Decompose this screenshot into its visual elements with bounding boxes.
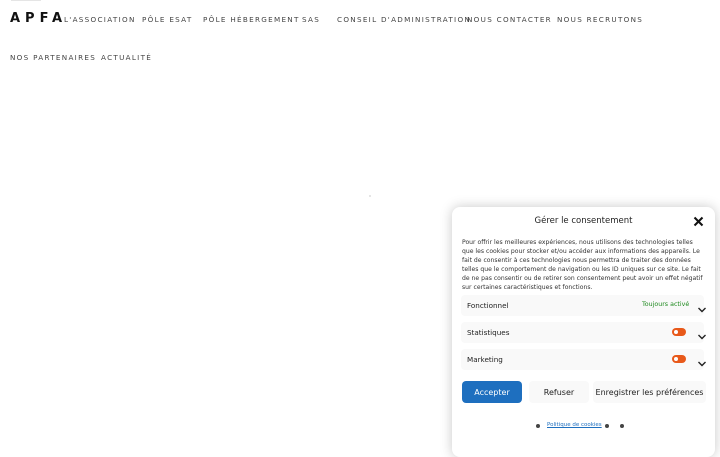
nav-item-actualite[interactable]: ACTUALITÉ bbox=[101, 53, 152, 62]
nav-item-pole-esat[interactable]: PÔLE ESAT bbox=[142, 15, 193, 24]
nav-item-association[interactable]: L'ASSOCIATION bbox=[64, 15, 136, 24]
always-active-status: Toujours activé bbox=[642, 301, 690, 308]
bullet-dot bbox=[605, 424, 609, 428]
logo-text: APFA bbox=[10, 10, 68, 26]
category-label: Marketing bbox=[467, 355, 503, 364]
cookie-consent-modal: Gérer le consentement Pour offrir les me… bbox=[452, 207, 715, 457]
nav-item-pole-hebergement[interactable]: PÔLE HÉBERGEMENT bbox=[203, 15, 300, 24]
bullet-dot bbox=[620, 424, 624, 428]
nav-item-contact[interactable]: NOUS CONTACTER bbox=[467, 15, 552, 24]
close-icon[interactable] bbox=[693, 216, 704, 227]
accept-button[interactable]: Accepter bbox=[462, 381, 522, 403]
logo-divider bbox=[11, 0, 41, 1]
nav-item-conseil[interactable]: CONSEIL D'ADMINISTRATION bbox=[337, 15, 471, 24]
category-fonctionnel[interactable]: Fonctionnel Toujours activé bbox=[461, 295, 707, 316]
nav-item-sas[interactable]: SAS bbox=[302, 15, 320, 24]
cookie-policy-link[interactable]: Politique de cookies bbox=[547, 422, 602, 428]
modal-title: Gérer le consentement bbox=[534, 216, 633, 226]
category-label: Statistiques bbox=[467, 328, 510, 337]
statistiques-toggle[interactable] bbox=[672, 328, 686, 336]
marketing-toggle[interactable] bbox=[672, 355, 686, 363]
site-logo[interactable]: APFA bbox=[10, 0, 68, 26]
consent-footer-links: Politique de cookies bbox=[452, 421, 715, 431]
nav-item-recrutons[interactable]: NOUS RECRUTONS bbox=[557, 15, 643, 24]
decorative-dot bbox=[369, 195, 371, 197]
bullet-dot bbox=[536, 424, 540, 428]
category-marketing[interactable]: Marketing bbox=[461, 349, 707, 370]
category-statistiques[interactable]: Statistiques bbox=[461, 322, 707, 343]
chevron-down-icon[interactable] bbox=[697, 333, 707, 341]
consent-description: Pour offrir les meilleures expériences, … bbox=[462, 239, 703, 291]
nav-item-partenaires[interactable]: NOS PARTENAIRES bbox=[10, 53, 96, 62]
chevron-down-icon[interactable] bbox=[697, 360, 707, 368]
save-preferences-button[interactable]: Enregistrer les préférences bbox=[593, 381, 706, 403]
refuse-button[interactable]: Refuser bbox=[529, 381, 589, 403]
chevron-down-icon[interactable] bbox=[697, 306, 707, 314]
category-label: Fonctionnel bbox=[467, 301, 509, 310]
